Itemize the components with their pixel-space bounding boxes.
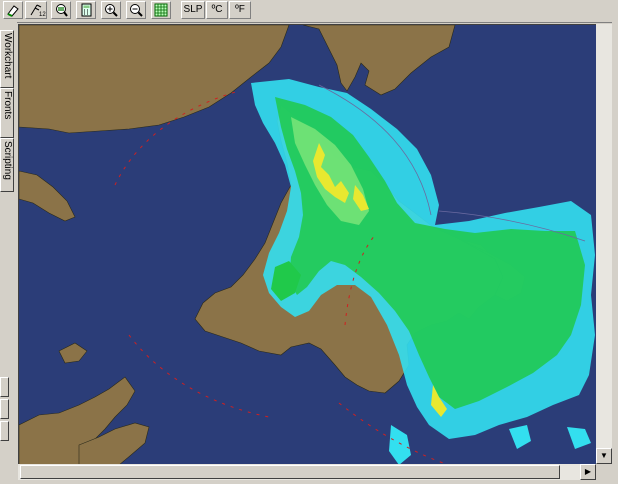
wind-barb-button[interactable]: 127 — [25, 1, 47, 19]
celsius-button[interactable]: ºC — [206, 1, 228, 19]
tab-scripting-label: Scripting — [2, 141, 13, 180]
tab-fronts-label: Fronts — [2, 91, 13, 120]
toolbar: 127 SLP ºC ºF — [0, 0, 618, 23]
calculator-icon — [81, 3, 92, 17]
horizontal-scroll-thumb[interactable] — [20, 465, 560, 479]
svg-text:127: 127 — [39, 12, 46, 17]
left-panel: Workchart Fronts Scripting — [0, 22, 17, 484]
tab-scripting[interactable]: Scripting — [0, 138, 14, 192]
wind-barb-icon: 127 — [30, 4, 46, 17]
eraser-icon — [7, 5, 19, 17]
scroll-down-arrow-icon[interactable]: ▼ — [596, 448, 612, 464]
scroll-right-arrow-icon[interactable]: ▶ — [580, 464, 596, 480]
tab-workchart[interactable]: Workchart — [0, 30, 14, 88]
panel-button-3[interactable] — [0, 421, 9, 441]
tab-workchart-label: Workchart — [2, 33, 13, 79]
grid-icon — [154, 3, 168, 17]
zoom-in-button[interactable] — [101, 1, 121, 19]
panel-button-2[interactable] — [0, 399, 9, 419]
fahrenheit-button[interactable]: ºF — [229, 1, 251, 19]
magnifier-icon — [56, 4, 68, 17]
calculator-button[interactable] — [76, 1, 96, 19]
tab-fronts[interactable]: Fronts — [0, 88, 14, 138]
window-edge — [612, 22, 618, 484]
radar-map-canvas — [19, 25, 596, 464]
eraser-button[interactable] — [3, 1, 23, 19]
zoom-out-icon — [130, 4, 143, 17]
zoom-out-button[interactable] — [126, 1, 146, 19]
grid-button[interactable] — [151, 1, 171, 19]
vertical-scrollbar[interactable]: ▼ — [596, 24, 612, 464]
magnifier-button[interactable] — [51, 1, 71, 19]
radar-map[interactable] — [18, 24, 596, 464]
horizontal-scrollbar[interactable]: ▶ — [18, 464, 596, 480]
scrollbar-corner — [596, 464, 612, 480]
zoom-in-icon — [105, 4, 118, 17]
panel-button-1[interactable] — [0, 377, 9, 397]
slp-button[interactable]: SLP — [181, 1, 205, 19]
